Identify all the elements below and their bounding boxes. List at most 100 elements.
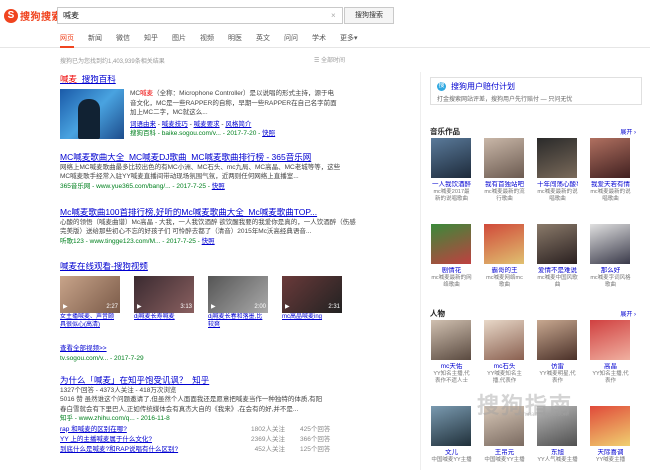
snapshot-link[interactable]: 快照 [262,130,275,137]
all-videos-link[interactable]: 查看全部视频>> [60,344,144,354]
person-name[interactable]: 文儿 [431,449,472,457]
tab-video[interactable]: 视频 [200,33,214,48]
music-card[interactable]: 我爱天若有情 mc喊麦最新的说唱歌曲 [590,138,631,224]
music-card[interactable]: 霸哥的王 mc喊麦网络mc歌曲 [484,224,525,310]
music-card[interactable]: 那么好 mc喊麦字词风格歌曲 [590,224,631,310]
person-card[interactable]: 高晶 YY知名主播,代表作 [590,320,631,406]
result-title-link[interactable]: MC喊麦歌曲大全_MC喊麦DJ歌曲_MC喊麦歌曲排行榜 - 365音乐网 [60,153,410,163]
person-name[interactable]: mc天佑 [431,363,472,371]
music-name[interactable]: 我有首独站吧 [484,181,525,189]
video-title[interactable]: 具很似心(高清) [60,321,120,329]
video-thumbnail[interactable]: ▶ 2:00 [208,276,268,313]
video-item[interactable]: ▶ 2:31 mc高晶喊麦ing [282,276,342,329]
result-title-link[interactable]: 为什么「喊麦」在知乎饱受讥讽？_知乎 [60,376,410,386]
zhihu-questions: rap 和喊麦的区别在哪? 1802人关注 425个回答 YY 上的主播喊麦属于什么… [60,425,410,455]
video-title[interactable]: dj喊麦长寿喊麦 [134,313,194,321]
music-cover[interactable] [431,224,471,264]
music-name[interactable]: 十年闯荡心酸事 [537,181,578,189]
search-button[interactable]: 搜狗搜索 [344,7,394,24]
tab-weixin[interactable]: 微信 [116,33,130,48]
music-expand-button[interactable]: 展开 › [620,127,636,136]
snapshot-link[interactable]: 快照 [212,183,225,190]
video-title[interactable]: mc高晶喊麦ing [282,313,342,321]
person-photo[interactable] [590,406,630,446]
compensation-plan-title[interactable]: 搜狗用户赔付计划 [451,81,515,92]
person-card[interactable]: mc天佑 YY知名主播,代表作不遗人士 [431,320,472,406]
video-thumbnail[interactable]: ▶ 3:13 [134,276,194,313]
sublink[interactable]: 喊麦要求 [194,121,220,128]
clear-icon[interactable]: × [331,11,336,20]
music-cover[interactable] [590,224,630,264]
sogou-logo[interactable]: S 搜狗搜索 [4,8,62,23]
tab-scholar[interactable]: 学术 [312,33,326,48]
music-cover[interactable] [590,138,630,178]
music-card[interactable]: 剧情花 mc喊麦最新的网络歌曲 [431,224,472,310]
music-name[interactable]: 爱情不是难说 [537,267,578,275]
music-name[interactable]: 一人我饮酒醉 [431,181,472,189]
tab-wenwen[interactable]: 问问 [284,33,298,48]
zhihu-stats: 1327个回答 - 4373人关注 - 418万次浏览 [60,386,177,394]
sublink[interactable]: 风格简介 [225,121,251,128]
result-title-link[interactable]: 喊麦在线观看-搜狗视频 [60,262,410,272]
sublink[interactable]: 词语由来 [130,121,156,128]
video-item[interactable]: ▶ 2:27 女主播喊麦、声音颇 具很似心(高清) [60,276,120,329]
person-photo[interactable] [431,320,471,360]
search-input[interactable]: 喊麦 [57,7,343,24]
music-cover[interactable] [537,138,577,178]
tab-images[interactable]: 图片 [172,33,186,48]
tab-medical[interactable]: 明医 [228,33,242,48]
video-duration: 2:27 [106,303,118,310]
music-cover[interactable] [537,224,577,264]
music-card[interactable]: 一人我饮酒醉 mc喊麦2017最新的说唱歌曲 [431,138,472,224]
person-photo[interactable] [590,320,630,360]
person-name[interactable]: 王吊元 [484,449,525,457]
date-text: 2017-7-29 [113,354,144,362]
music-card[interactable]: 爱情不是难说 mc喊麦中国风歌曲 [537,224,578,310]
video-item[interactable]: ▶ 2:00 dj喊麦长春和落墨,比 较爽 [208,276,268,329]
person-name[interactable]: mc石头 [484,363,525,371]
baike-thumbnail[interactable] [60,89,124,139]
music-cover[interactable] [484,224,524,264]
person-card[interactable]: 文儿 中国喊麦YY主播 [431,406,472,470]
person-photo[interactable] [431,406,471,446]
date-text: 2017-7-25 [176,182,206,190]
music-name[interactable]: 霸哥的王 [484,267,525,275]
music-name[interactable]: 那么好 [590,267,631,275]
music-card[interactable]: 我有首独站吧 mc喊麦最新的流行歌曲 [484,138,525,224]
sublink[interactable]: 喊麦技巧 [162,121,188,128]
person-name[interactable]: 仿雷 [537,363,578,371]
compensation-plan-box[interactable]: 搜 搜狗用户赔付计划 打金搜索网站评差，搜狗用户先行赔付 — 只问无忧 [430,77,642,105]
music-cover[interactable] [431,138,471,178]
music-name[interactable]: 我爱天若有情 [590,181,631,189]
video-title[interactable]: 女主播喊麦、声音颇 [60,313,120,321]
time-filter[interactable]: ☰ 全部时间 [314,55,345,64]
person-photo[interactable] [484,320,524,360]
filter-icon: ☰ [314,58,322,64]
music-desc: mc喊麦最新的网络歌曲 [431,275,472,288]
video-thumbnail[interactable]: ▶ 2:31 [282,276,342,313]
snapshot-link[interactable]: 快照 [202,238,215,245]
question-link[interactable]: YY 上的主播喊麦属于什么文化? [60,435,210,445]
person-photo[interactable] [537,320,577,360]
music-name[interactable]: 剧情花 [431,267,472,275]
tab-more[interactable]: 更多▾ [340,33,358,48]
tab-web[interactable]: 网页 [60,33,74,48]
person-name[interactable]: 高晶 [590,363,631,371]
result-title-link[interactable]: 喊麦_搜狗百科 [60,75,410,85]
person-name[interactable]: 东旭 [537,449,578,457]
person-name[interactable]: 天际喜调 [590,449,631,457]
tab-news[interactable]: 新闻 [88,33,102,48]
question-link[interactable]: 到底什么是喊麦?和RAP说唱有什么区别? [60,445,210,455]
question-link[interactable]: rap 和喊麦的区别在哪? [60,425,210,435]
music-card[interactable]: 十年闯荡心酸事 mc喊麦最新的说唱歌曲 [537,138,578,224]
people-expand-button[interactable]: 展开 › [620,309,636,318]
tab-english[interactable]: 英文 [256,33,270,48]
video-title[interactable]: dj喊麦长春和落墨,比 [208,313,268,321]
music-cover[interactable] [484,138,524,178]
tab-zhihu[interactable]: 知乎 [144,33,158,48]
video-thumbnail[interactable]: ▶ 2:27 [60,276,120,313]
result-title-link[interactable]: Mc喊麦歌曲100首排行榜,好听的Mc喊麦歌曲大全_Mc喊麦歌曲TOP... [60,208,410,218]
video-item[interactable]: ▶ 3:13 dj喊麦长寿喊麦 [134,276,194,329]
person-card[interactable]: 天际喜调 YY喊麦主播 [590,406,631,470]
video-title[interactable]: 较爽 [208,321,268,329]
